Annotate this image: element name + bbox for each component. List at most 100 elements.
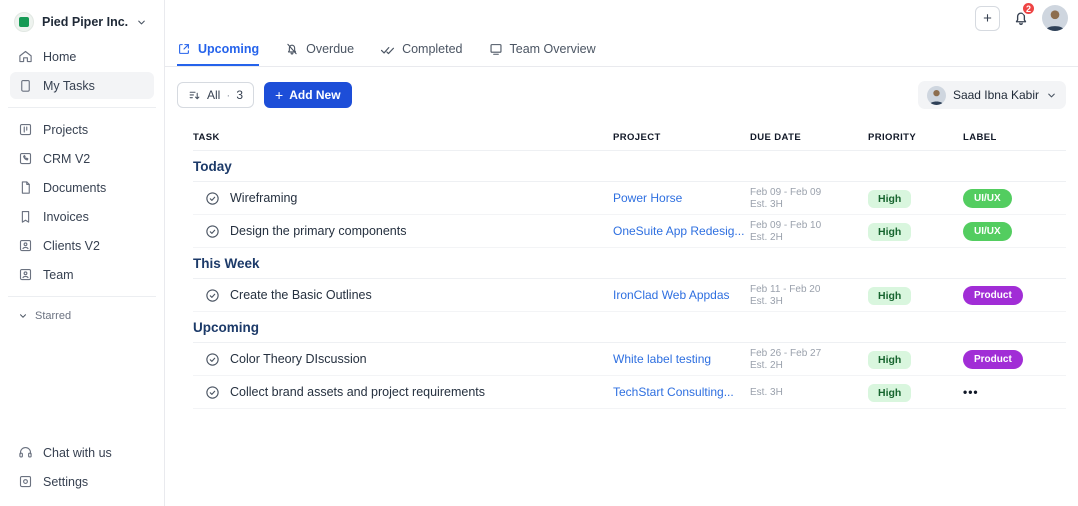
sidebar-item-clients[interactable]: Clients V2 xyxy=(10,232,154,259)
chevron-down-icon xyxy=(1046,90,1057,101)
project-link[interactable]: IronClad Web Appdas xyxy=(613,288,730,302)
sidebar-item-projects[interactable]: Projects xyxy=(10,116,154,143)
sidebar-item-label: CRM V2 xyxy=(43,151,91,166)
task-complete-checkbox[interactable] xyxy=(205,385,220,400)
user-name: Saad Ibna Kabir xyxy=(952,88,1039,102)
task-complete-checkbox[interactable] xyxy=(205,288,220,303)
plus-icon: + xyxy=(983,9,992,27)
calendar-upcoming-icon xyxy=(177,42,191,56)
team-icon xyxy=(18,267,33,282)
project-link[interactable]: TechStart Consulting... xyxy=(613,385,734,399)
assignee-filter-dropdown[interactable]: Saad Ibna Kabir xyxy=(917,81,1066,109)
project-link[interactable]: White label testing xyxy=(613,352,711,366)
task-complete-checkbox[interactable] xyxy=(205,352,220,367)
sidebar: Pied Piper Inc. Home My Tasks Projects C… xyxy=(0,0,165,506)
table-row[interactable]: Color Theory DIscussion White label test… xyxy=(193,343,1066,376)
tasks-icon xyxy=(18,78,33,93)
section-title: Upcoming xyxy=(193,312,1066,343)
toolbar: All · 3 + Add New Saad Ibna Kabir xyxy=(165,67,1078,125)
tab-upcoming[interactable]: Upcoming xyxy=(177,36,260,66)
settings-icon xyxy=(18,474,33,489)
priority-badge: High xyxy=(868,383,912,402)
main-area: + 2 Upcoming Overdue Completed Team Over… xyxy=(165,0,1078,506)
board-icon xyxy=(489,42,503,56)
tab-completed[interactable]: Completed xyxy=(380,36,463,66)
due-estimate: Est. 3H xyxy=(750,198,783,210)
sidebar-item-label: Home xyxy=(43,49,77,64)
bell-off-icon xyxy=(285,42,299,56)
priority-badge: High xyxy=(868,222,912,241)
section-title: Today xyxy=(193,151,1066,182)
sidebar-item-label: Projects xyxy=(43,122,89,137)
task-title: Collect brand assets and project require… xyxy=(230,385,485,399)
sidebar-item-settings[interactable]: Settings xyxy=(10,468,154,495)
tab-bar: Upcoming Overdue Completed Team Overview xyxy=(165,36,1078,67)
task-complete-checkbox[interactable] xyxy=(205,191,220,206)
column-header-project: PROJECT xyxy=(613,132,661,143)
section-title: This Week xyxy=(193,248,1066,279)
profile-avatar[interactable] xyxy=(1042,5,1068,31)
filter-count: 3 xyxy=(236,88,244,102)
home-icon xyxy=(18,49,33,64)
task-section: This Week Create the Basic Outlines Iron… xyxy=(193,248,1066,312)
priority-badge: High xyxy=(868,286,912,305)
plus-icon: + xyxy=(275,87,284,103)
chevron-down-icon xyxy=(136,17,147,28)
more-options-button[interactable]: ••• xyxy=(963,385,979,399)
due-date-range: Feb 26 - Feb 27 xyxy=(750,347,822,359)
due-date-range: Feb 09 - Feb 09 xyxy=(750,186,822,198)
kanban-icon xyxy=(18,122,33,137)
label-badge: UI/UX xyxy=(963,189,1012,208)
chevron-down-icon xyxy=(18,311,28,321)
project-link[interactable]: Power Horse xyxy=(613,191,682,205)
task-title: Create the Basic Outlines xyxy=(230,288,372,302)
priority-badge: High xyxy=(868,189,912,208)
sidebar-item-crm[interactable]: CRM V2 xyxy=(10,145,154,172)
due-estimate: Est. 3H xyxy=(750,295,783,307)
tab-overdue[interactable]: Overdue xyxy=(285,36,354,66)
sidebar-item-team[interactable]: Team xyxy=(10,261,154,288)
workspace-switcher[interactable]: Pied Piper Inc. xyxy=(10,8,154,42)
label-badge: Product xyxy=(963,350,1023,369)
project-link[interactable]: OneSuite App Redesig... xyxy=(613,224,744,238)
starred-label: Starred xyxy=(35,310,72,322)
sidebar-item-label: Documents xyxy=(43,180,107,195)
workspace-name: Pied Piper Inc. xyxy=(42,15,129,29)
tab-team-overview[interactable]: Team Overview xyxy=(489,36,596,66)
table-row[interactable]: Collect brand assets and project require… xyxy=(193,376,1066,409)
sidebar-item-label: Clients V2 xyxy=(43,238,100,253)
sidebar-item-invoices[interactable]: Invoices xyxy=(10,203,154,230)
add-new-label: Add New xyxy=(289,88,341,102)
due-estimate: Est. 2H xyxy=(750,231,783,243)
task-section: Today Wireframing Power Horse Feb 09 - F… xyxy=(193,151,1066,248)
sidebar-item-chat[interactable]: Chat with us xyxy=(10,439,154,466)
filter-label: All xyxy=(207,88,221,102)
filter-button[interactable]: All · 3 xyxy=(177,82,255,108)
table-row[interactable]: Wireframing Power Horse Feb 09 - Feb 09 … xyxy=(193,182,1066,215)
starred-section-toggle[interactable]: Starred xyxy=(10,304,154,328)
task-table: TASK PROJECT DUE DATE PRIORITY LABEL Tod… xyxy=(165,125,1078,409)
task-title: Design the primary components xyxy=(230,224,407,238)
priority-badge: High xyxy=(868,350,912,369)
user-avatar xyxy=(926,85,946,105)
client-icon xyxy=(18,238,33,253)
app-window: Pied Piper Inc. Home My Tasks Projects C… xyxy=(0,0,1078,506)
tab-label: Overdue xyxy=(306,42,355,56)
task-sections: Today Wireframing Power Horse Feb 09 - F… xyxy=(193,151,1066,409)
task-complete-checkbox[interactable] xyxy=(205,224,220,239)
table-row[interactable]: Design the primary components OneSuite A… xyxy=(193,215,1066,248)
column-header-due-date: DUE DATE xyxy=(750,132,802,143)
add-new-button[interactable]: + Add New xyxy=(264,82,352,108)
workspace-logo-icon xyxy=(14,12,34,32)
due-date-range: Feb 11 - Feb 20 xyxy=(750,283,821,295)
sidebar-item-home[interactable]: Home xyxy=(10,43,154,70)
due-estimate: Est. 3H xyxy=(750,386,783,398)
sidebar-item-my-tasks[interactable]: My Tasks xyxy=(10,72,154,99)
due-estimate: Est. 2H xyxy=(750,359,783,371)
task-section: Upcoming Color Theory DIscussion White l… xyxy=(193,312,1066,409)
table-row[interactable]: Create the Basic Outlines IronClad Web A… xyxy=(193,279,1066,312)
due-date-range: Feb 09 - Feb 10 xyxy=(750,219,822,231)
create-button[interactable]: + xyxy=(975,5,1000,31)
notifications-button[interactable]: 2 xyxy=(1010,1,1036,29)
sidebar-item-documents[interactable]: Documents xyxy=(10,174,154,201)
